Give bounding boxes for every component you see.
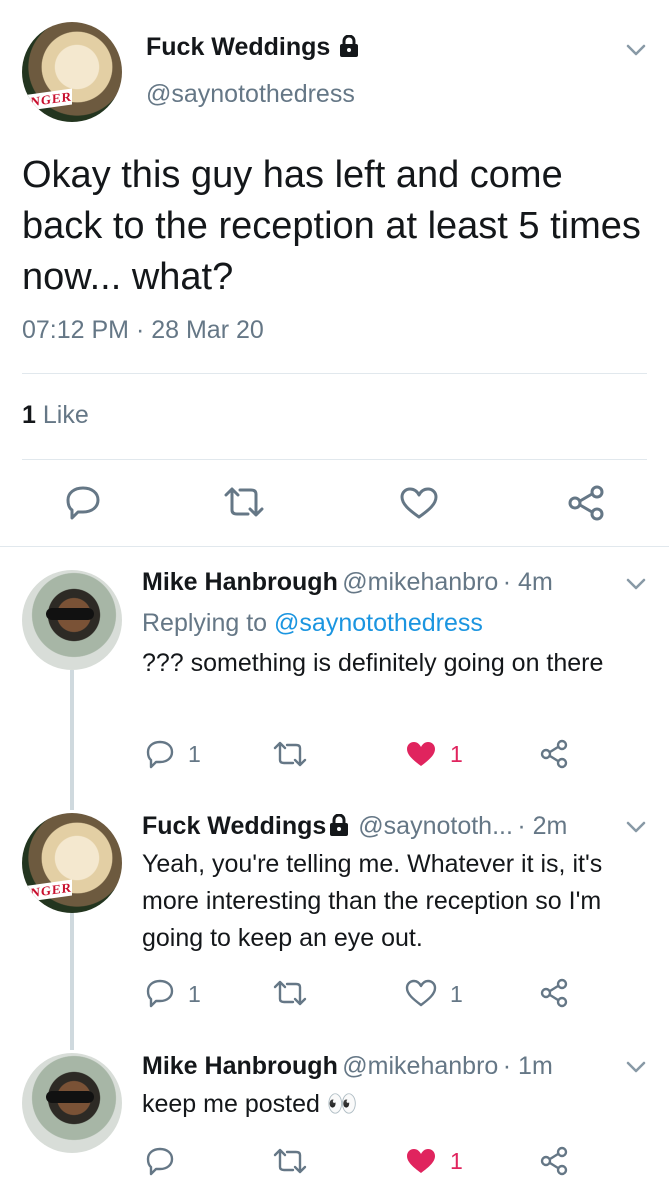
chevron-down-icon[interactable] xyxy=(626,821,646,833)
avatar-sunglasses xyxy=(46,608,94,620)
share-icon[interactable] xyxy=(538,977,570,1009)
reply-icon[interactable] xyxy=(144,739,176,769)
reply-header: Mike Hanbrough @mikehanbro · 1m xyxy=(142,1052,553,1081)
retweet-icon[interactable] xyxy=(272,741,308,767)
replying-to: Replying to @saynotothedress xyxy=(142,609,483,638)
reply-text: Yeah, you're telling me. Whatever it is,… xyxy=(142,850,603,952)
heart-icon[interactable] xyxy=(405,1147,437,1175)
chevron-down-icon[interactable] xyxy=(626,1061,646,1073)
main-handle[interactable]: @saynotothedress xyxy=(146,80,355,109)
reply-count: 1 xyxy=(188,741,201,767)
likes-label: Like xyxy=(42,401,89,429)
retweet-icon[interactable] xyxy=(272,1148,308,1174)
main-display-name: Fuck Weddings xyxy=(146,33,331,61)
thread-line xyxy=(70,670,74,810)
reply-time[interactable]: · 4m xyxy=(503,568,553,596)
heart-icon[interactable] xyxy=(405,979,437,1007)
reply-handle[interactable]: @mikehanbro xyxy=(342,1052,498,1080)
avatar-sunglasses xyxy=(46,1091,94,1103)
chevron-down-icon[interactable] xyxy=(626,578,646,590)
lock-icon xyxy=(340,35,359,57)
share-icon[interactable] xyxy=(538,738,570,770)
reply-display-name[interactable]: Fuck Weddings xyxy=(142,812,326,840)
heart-icon[interactable] xyxy=(405,740,437,768)
main-tweet-text: Okay this guy has left and come back to … xyxy=(22,154,641,298)
avatar-banner-text: NGER xyxy=(22,879,72,903)
reply-time[interactable]: · 1m xyxy=(503,1052,553,1080)
reply-header: Fuck Weddings @saynototh... · 2m xyxy=(142,812,567,841)
chevron-down-icon[interactable] xyxy=(626,44,646,56)
heart-icon[interactable] xyxy=(399,486,439,520)
replying-handle-link[interactable]: @saynotothedress xyxy=(274,609,483,637)
main-author-name[interactable]: Fuck Weddings xyxy=(146,33,360,62)
share-icon[interactable] xyxy=(566,484,606,522)
likes-summary[interactable]: 1 Like xyxy=(22,401,89,430)
like-count: 1 xyxy=(450,741,463,767)
reply-count: 1 xyxy=(188,981,201,1007)
reply-avatar[interactable] xyxy=(22,1053,122,1153)
reply-time[interactable]: · 2m xyxy=(517,812,567,840)
divider xyxy=(0,546,669,547)
reply-avatar[interactable] xyxy=(22,570,122,670)
reply-handle[interactable]: @mikehanbro xyxy=(342,568,498,596)
reply-icon[interactable] xyxy=(64,484,102,520)
reply-handle[interactable]: @saynototh... xyxy=(358,812,513,840)
divider xyxy=(22,459,647,460)
main-avatar[interactable]: NGER xyxy=(22,22,122,122)
reply-header: Mike Hanbrough @mikehanbro · 4m xyxy=(142,568,553,597)
reply-text: ??? something is definitely going on the… xyxy=(142,649,604,677)
reply-icon[interactable] xyxy=(144,1146,176,1176)
thread-line xyxy=(70,905,74,1050)
reply-text: keep me posted 👀 xyxy=(142,1090,358,1118)
reply-display-name[interactable]: Mike Hanbrough xyxy=(142,1052,338,1080)
share-icon[interactable] xyxy=(538,1145,570,1177)
divider xyxy=(22,373,647,374)
like-count: 1 xyxy=(450,1148,463,1174)
likes-count: 1 xyxy=(22,401,36,429)
reply-avatar[interactable]: NGER xyxy=(22,813,122,913)
replying-label: Replying to xyxy=(142,609,268,637)
like-count: 1 xyxy=(450,981,463,1007)
avatar-banner-text: NGER xyxy=(22,88,72,112)
main-timestamp[interactable]: 07:12 PM · 28 Mar 20 xyxy=(22,316,264,345)
retweet-icon[interactable] xyxy=(222,486,266,518)
retweet-icon[interactable] xyxy=(272,980,308,1006)
reply-icon[interactable] xyxy=(144,978,176,1008)
lock-icon xyxy=(330,814,349,836)
reply-display-name[interactable]: Mike Hanbrough xyxy=(142,568,338,596)
